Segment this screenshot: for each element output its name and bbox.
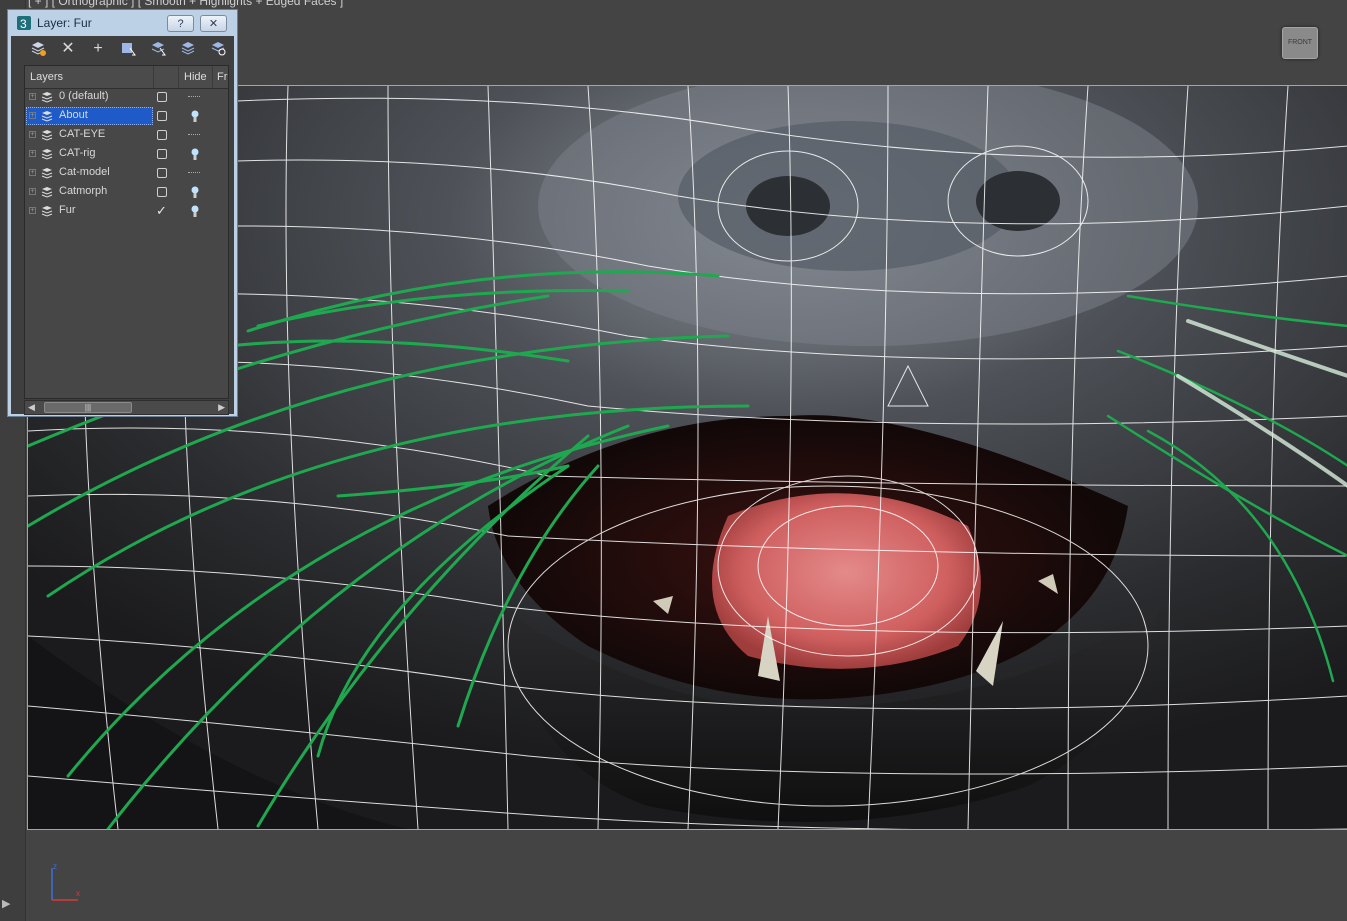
expand-icon[interactable]: + <box>29 188 36 195</box>
viewport-label[interactable]: [ + ] [ Orthographic ] [ Smooth + Highli… <box>28 0 343 8</box>
layer-row[interactable]: + CAT-EYE <box>25 126 228 145</box>
x-axis-label: x <box>76 889 80 898</box>
layer-icon <box>41 149 53 160</box>
help-button[interactable]: ? <box>167 15 194 32</box>
3dsmax-icon: 3 <box>17 16 31 31</box>
left-nostril <box>746 176 830 236</box>
highlight-icon[interactable] <box>148 39 168 59</box>
hide-all-icon[interactable] <box>178 39 198 59</box>
hide-toggle[interactable] <box>157 187 167 197</box>
expand-arrow-icon[interactable]: ▶ <box>2 897 16 913</box>
hide-toggle[interactable] <box>157 149 167 159</box>
window-title: Layer: Fur <box>37 16 92 30</box>
lightbulb-icon[interactable] <box>191 110 199 123</box>
layer-icon <box>41 130 53 141</box>
add-to-layer-icon[interactable]: + <box>88 39 108 59</box>
lightbulb-icon[interactable] <box>191 205 199 218</box>
scroll-thumb[interactable]: ||| <box>44 402 132 413</box>
layer-name[interactable]: About <box>59 109 88 121</box>
list-header: Layers Hide Fr <box>25 66 228 89</box>
layer-icon <box>41 168 53 179</box>
expand-icon[interactable]: + <box>29 112 36 119</box>
hide-check-icon[interactable]: ✓ <box>156 203 167 219</box>
layer-name[interactable]: 0 (default) <box>59 90 109 102</box>
close-button[interactable]: ✕ <box>200 15 227 32</box>
expand-icon[interactable]: + <box>29 93 36 100</box>
layer-manager-window[interactable]: 3 Layer: Fur ? ✕ ✕ + Layers Hide Fr + 0 … <box>7 9 238 417</box>
z-axis-label: z <box>53 862 57 871</box>
render-off-icon[interactable] <box>188 172 200 175</box>
scroll-right-icon[interactable]: ▶ <box>218 402 225 413</box>
new-layer-icon[interactable] <box>28 39 48 59</box>
freeze-all-icon[interactable] <box>208 39 228 59</box>
tongue <box>712 493 981 669</box>
svg-text:3: 3 <box>20 17 27 31</box>
hide-toggle[interactable] <box>157 168 167 178</box>
hide-toggle[interactable] <box>157 130 167 140</box>
viewcube[interactable]: FRONT <box>1282 27 1318 59</box>
layer-toolbar: ✕ + <box>11 36 234 61</box>
right-nostril <box>976 171 1060 231</box>
hide-toggle[interactable] <box>157 92 167 102</box>
layer-icon <box>41 206 53 217</box>
layer-row[interactable]: + Cat-model <box>25 164 228 183</box>
expand-icon[interactable]: + <box>29 150 36 157</box>
axis-gizmo: z x <box>51 862 80 901</box>
layer-name[interactable]: Catmorph <box>59 185 107 197</box>
layer-icon <box>41 92 53 103</box>
lightbulb-icon[interactable] <box>191 186 199 199</box>
layer-row[interactable]: + Catmorph <box>25 183 228 202</box>
layer-name[interactable]: Fur <box>59 204 76 216</box>
layer-row[interactable]: + Fur ✓ <box>25 202 228 221</box>
layer-name[interactable]: Cat-model <box>59 166 110 178</box>
lightbulb-icon[interactable] <box>191 148 199 161</box>
expand-icon[interactable]: + <box>29 207 36 214</box>
column-hide[interactable]: Hide <box>184 71 207 83</box>
layer-panel: Layers Hide Fr +0 (default) + About + CAT-EY… <box>11 61 234 415</box>
hide-toggle[interactable] <box>157 111 167 121</box>
scroll-left-icon[interactable]: ◀ <box>28 402 35 413</box>
layer-row[interactable]: +0 (default) <box>25 88 228 107</box>
layer-row[interactable]: + CAT-rig <box>25 145 228 164</box>
title-bar[interactable]: 3 Layer: Fur ? ✕ <box>8 10 237 36</box>
render-off-icon[interactable] <box>188 96 200 99</box>
layer-icon <box>41 187 53 198</box>
column-layers[interactable]: Layers <box>30 71 63 83</box>
expand-icon[interactable]: + <box>29 131 36 138</box>
render-off-icon[interactable] <box>188 134 200 137</box>
expand-icon[interactable]: + <box>29 169 36 176</box>
horizontal-scrollbar[interactable]: ◀ ||| ▶ <box>24 400 229 415</box>
delete-layer-icon[interactable]: ✕ <box>58 39 78 59</box>
layer-row[interactable]: + About <box>25 107 228 126</box>
layer-list[interactable]: Layers Hide Fr +0 (default) + About + CAT-EY… <box>24 65 229 399</box>
layer-icon <box>41 111 53 122</box>
column-freeze[interactable]: Fr <box>217 71 227 83</box>
layer-name[interactable]: CAT-EYE <box>59 128 105 140</box>
layer-name[interactable]: CAT-rig <box>59 147 95 159</box>
nose <box>678 121 1018 271</box>
select-objects-icon[interactable] <box>118 39 138 59</box>
